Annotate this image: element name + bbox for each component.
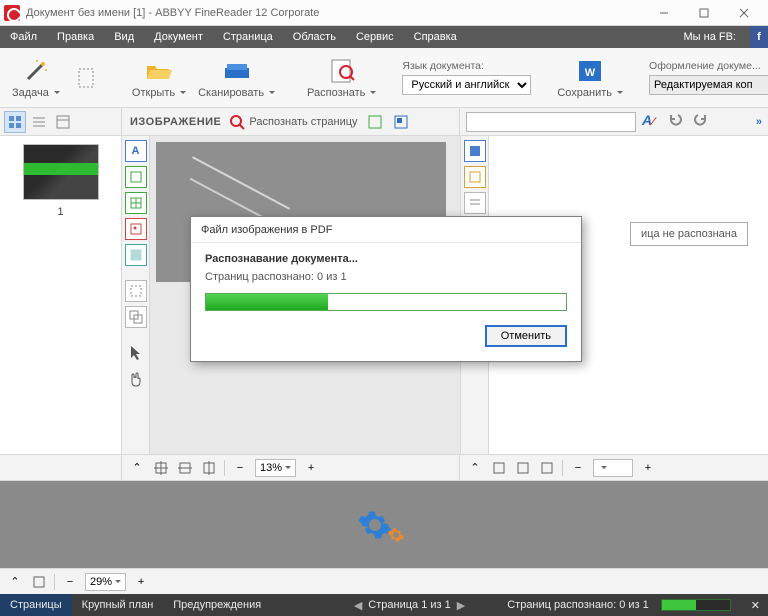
status-close-icon[interactable]: ✕ — [743, 599, 768, 612]
status-tab-pages[interactable]: Страницы — [0, 594, 72, 616]
dialog-message: Страниц распознано: 0 из 1 — [205, 271, 567, 283]
recognized-indicator: Страниц распознано: 0 из 1 — [507, 599, 649, 611]
progress-dialog: Файл изображения в PDF Распознавание док… — [190, 216, 582, 362]
prev-page-icon[interactable]: ◀ — [354, 599, 362, 612]
status-progress — [661, 599, 731, 611]
dialog-progress-bar — [205, 293, 567, 311]
cancel-button[interactable]: Отменить — [485, 325, 567, 347]
next-page-icon[interactable]: ▶ — [457, 599, 465, 612]
status-tab-zoom[interactable]: Крупный план — [72, 594, 164, 616]
status-tab-warnings[interactable]: Предупреждения — [163, 594, 271, 616]
dialog-title: Файл изображения в PDF — [191, 217, 581, 243]
modal-overlay: Файл изображения в PDF Распознавание док… — [0, 0, 768, 597]
page-indicator: Страница 1 из 1 — [368, 599, 450, 611]
dialog-header: Распознавание документа... — [205, 253, 567, 265]
status-bar: Страницы Крупный план Предупреждения ◀ С… — [0, 594, 768, 616]
